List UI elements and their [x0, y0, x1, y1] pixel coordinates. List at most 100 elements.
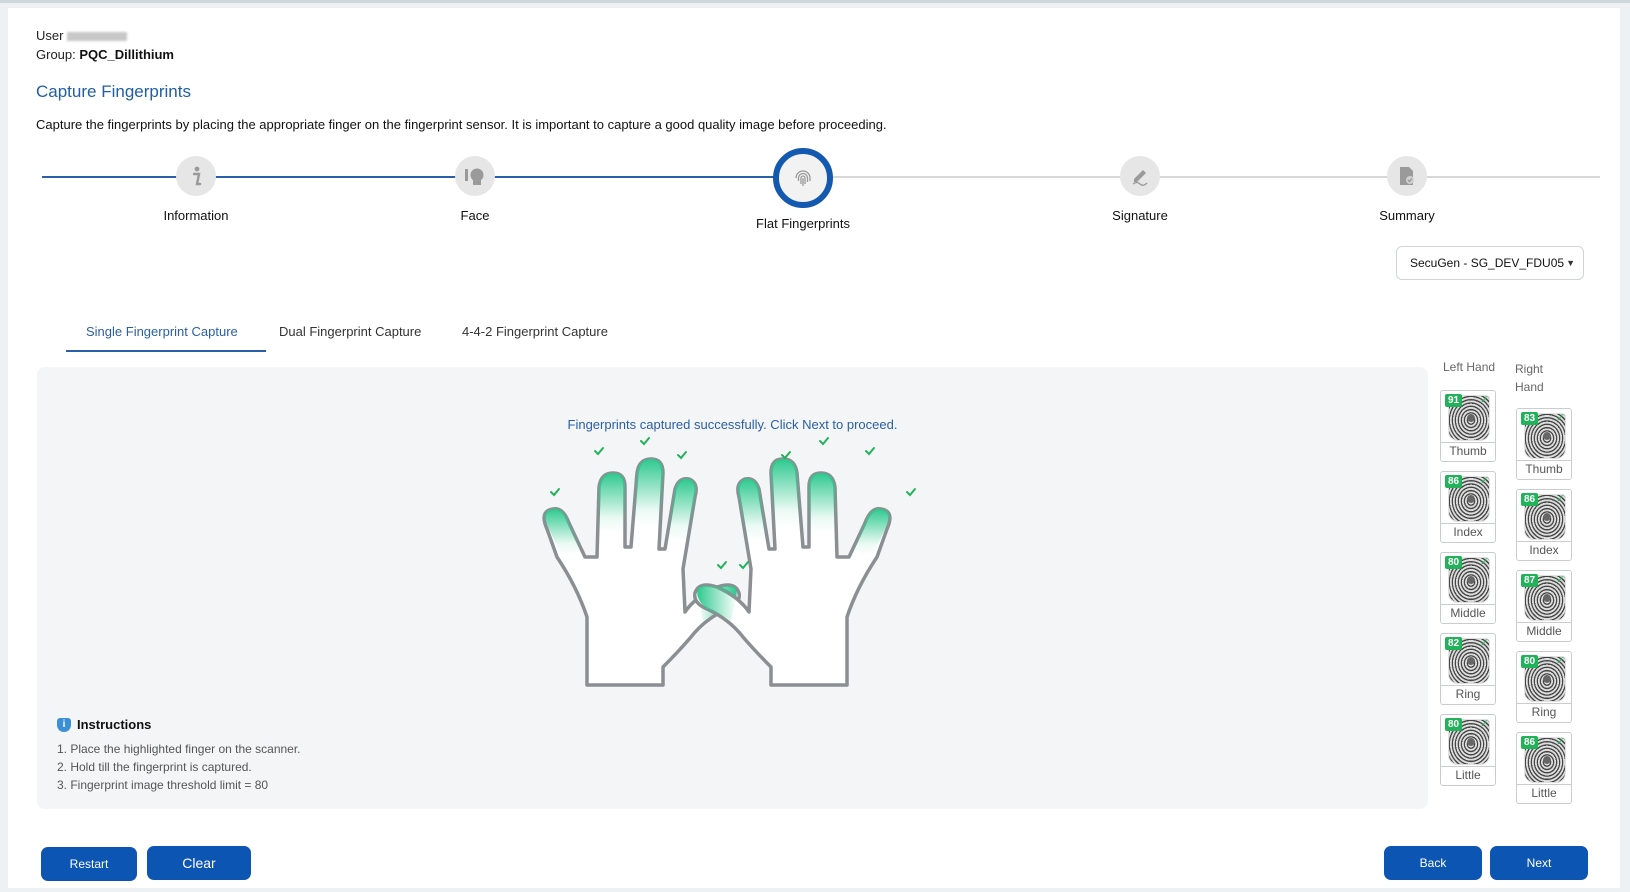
- instruction-item: 1. Place the highlighted finger on the s…: [57, 742, 301, 756]
- summary-icon: [1387, 156, 1427, 196]
- page-title: Capture Fingerprints: [36, 82, 191, 101]
- left-little-card[interactable]: 80 ✓ Little: [1440, 714, 1496, 786]
- left-hand-label: Left Hand: [1443, 360, 1496, 374]
- right-thumb-card[interactable]: 83 ✓ Thumb: [1516, 408, 1572, 480]
- back-button[interactable]: Back: [1384, 846, 1482, 880]
- card-divider: [1441, 685, 1495, 686]
- face-icon: [455, 156, 495, 196]
- fingerprint-icon: [773, 148, 833, 208]
- quality-score: 80: [1521, 655, 1539, 668]
- check-icon: ✓: [1479, 394, 1489, 406]
- info-icon: [176, 156, 216, 196]
- finger-name: Ring: [1531, 705, 1557, 719]
- check-icon: ✓: [1479, 556, 1489, 568]
- user-line: User: [36, 28, 128, 43]
- signature-icon: [1120, 156, 1160, 196]
- tab-4-4-2-fingerprint-capture[interactable]: 4-4-2 Fingerprint Capture: [462, 324, 608, 339]
- step-label: Information: [163, 208, 229, 223]
- right-little-card[interactable]: 86 ✓ Little: [1516, 732, 1572, 804]
- left-index-card[interactable]: 86 ✓ Index: [1440, 471, 1496, 543]
- finger-name: Ring: [1455, 687, 1481, 701]
- step-label: Flat Fingerprints: [756, 216, 850, 231]
- next-button[interactable]: Next: [1490, 846, 1588, 880]
- card-divider: [1517, 703, 1571, 704]
- user-label: User: [36, 28, 64, 43]
- finger-name: Thumb: [1449, 444, 1487, 458]
- page-description: Capture the fingerprints by placing the …: [36, 117, 887, 132]
- check-icon: ✓: [1555, 574, 1565, 586]
- check-icon: ✓: [1555, 493, 1565, 505]
- card-divider: [1517, 784, 1571, 785]
- finger-name: Middle: [1450, 606, 1486, 620]
- finger-name: Little: [1455, 768, 1481, 782]
- step-label: Face: [460, 208, 490, 223]
- card-divider: [1517, 460, 1571, 461]
- card-divider: [1441, 604, 1495, 605]
- capture-status-message: Fingerprints captured successfully. Clic…: [567, 417, 898, 432]
- main-panel: User Group: PQC_Dillithium Capture Finge…: [8, 8, 1620, 888]
- check-icon: ✓: [1555, 655, 1565, 667]
- right-hand-label: Right Hand: [1515, 360, 1544, 396]
- clear-button[interactable]: Clear: [147, 846, 251, 880]
- shield-info-icon: i: [57, 717, 71, 732]
- quality-score: 87: [1521, 574, 1539, 587]
- device-selected-value: SecuGen - SG_DEV_FDU05: [1410, 256, 1565, 270]
- quality-score: 86: [1521, 736, 1539, 749]
- right-index-card[interactable]: 86 ✓ Index: [1516, 489, 1572, 561]
- step-label: Signature: [1112, 208, 1168, 223]
- capture-area: Fingerprints captured successfully. Clic…: [37, 367, 1428, 809]
- group-label: Group:: [36, 47, 76, 62]
- instructions-list: 1. Place the highlighted finger on the s…: [57, 740, 301, 794]
- active-tab-indicator: [66, 350, 266, 352]
- quality-score: 80: [1445, 718, 1463, 731]
- finger-name: Thumb: [1525, 462, 1563, 476]
- left-thumb-card[interactable]: 91 ✓ Thumb: [1440, 390, 1496, 462]
- left-ring-card[interactable]: 82 ✓ Ring: [1440, 633, 1496, 705]
- step-information[interactable]: Information: [96, 148, 296, 223]
- step-summary[interactable]: Summary: [1307, 148, 1507, 223]
- step-flat-fingerprints[interactable]: Flat Fingerprints: [703, 148, 903, 231]
- check-icon: ✓: [1555, 412, 1565, 424]
- chevron-down-icon: ▼: [1566, 258, 1575, 268]
- card-divider: [1441, 766, 1495, 767]
- quality-score: 91: [1445, 394, 1463, 407]
- instructions-panel: i Instructions 1. Place the highlighted …: [57, 717, 301, 794]
- check-icon: ✓: [1479, 475, 1489, 487]
- card-divider: [1441, 523, 1495, 524]
- tab-single-fingerprint-capture[interactable]: Single Fingerprint Capture: [86, 324, 238, 339]
- quality-score: 86: [1521, 493, 1539, 506]
- tab-dual-fingerprint-capture[interactable]: Dual Fingerprint Capture: [279, 324, 421, 339]
- quality-score: 86: [1445, 475, 1463, 488]
- finger-name: Index: [1453, 525, 1483, 539]
- right-hand-label-line2: Hand: [1515, 380, 1544, 394]
- instructions-title: Instructions: [77, 717, 152, 732]
- progress-stepper: Information Face Flat Fingerprints Signa…: [8, 148, 1620, 231]
- instructions-header: i Instructions: [57, 717, 301, 732]
- left-middle-card[interactable]: 80 ✓ Middle: [1440, 552, 1496, 624]
- user-name-redacted: [67, 32, 128, 42]
- quality-score: 80: [1445, 556, 1463, 569]
- check-icon: ✓: [1479, 637, 1489, 649]
- right-hand-label-line1: Right: [1515, 362, 1544, 376]
- right-middle-card[interactable]: 87 ✓ Middle: [1516, 570, 1572, 642]
- restart-button[interactable]: Restart: [41, 847, 137, 881]
- check-icon: ✓: [1479, 718, 1489, 730]
- finger-name: Little: [1531, 786, 1557, 800]
- step-face[interactable]: Face: [375, 148, 575, 223]
- device-select[interactable]: SecuGen - SG_DEV_FDU05 ▼: [1396, 246, 1584, 280]
- quality-score: 83: [1521, 412, 1539, 425]
- card-divider: [1517, 622, 1571, 623]
- card-divider: [1517, 541, 1571, 542]
- check-icon: ✓: [1555, 736, 1565, 748]
- finger-name: Middle: [1526, 624, 1562, 638]
- group-line: Group: PQC_Dillithium: [36, 47, 174, 62]
- step-label: Summary: [1379, 208, 1435, 223]
- right-ring-card[interactable]: 80 ✓ Ring: [1516, 651, 1572, 723]
- right-hand-outline: [693, 457, 892, 687]
- step-signature[interactable]: Signature: [1040, 148, 1240, 223]
- top-border: [0, 0, 1630, 3]
- instruction-item: 2. Hold till the fingerprint is captured…: [57, 760, 252, 774]
- left-hand-outline: [542, 457, 741, 687]
- finger-name: Index: [1529, 543, 1559, 557]
- group-value: PQC_Dillithium: [79, 47, 174, 62]
